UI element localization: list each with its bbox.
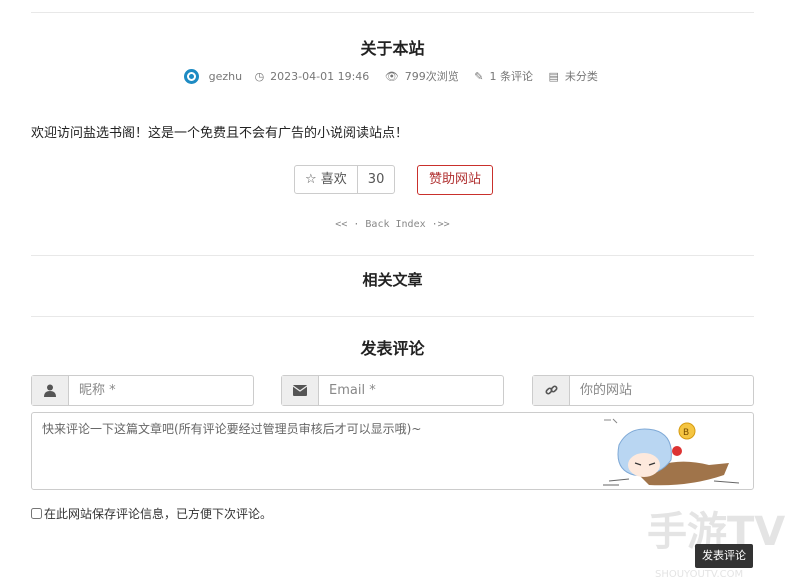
post-date-text: 2023-04-01 19:46 xyxy=(270,69,370,83)
donate-button[interactable]: 赞助网站 xyxy=(417,165,494,195)
edit-icon: ✎ xyxy=(474,69,484,83)
post-title: 关于本站 xyxy=(360,39,425,58)
post-category[interactable]: ▤ 未分类 xyxy=(545,68,600,84)
like-count: 30 xyxy=(367,172,385,187)
website-input[interactable] xyxy=(570,376,753,405)
author-avatar[interactable] xyxy=(184,68,200,84)
clock-icon: ◷ xyxy=(254,69,265,83)
user-icon xyxy=(32,376,69,405)
post-comments[interactable]: ✎ 1 条评论 xyxy=(471,68,536,84)
post-date: ◷ 2023-04-01 19:46 xyxy=(252,69,373,83)
envelope-icon xyxy=(282,376,319,405)
back-index-link[interactable]: << · Back Index ·>> xyxy=(31,219,754,230)
post-views: 👁 799次浏览 xyxy=(382,68,462,84)
svg-text:B: B xyxy=(683,428,689,438)
divider-comment xyxy=(31,316,754,317)
like-button[interactable]: ☆ 喜欢 30 xyxy=(294,165,396,194)
comment-textarea-wrapper: B xyxy=(31,412,754,490)
post-comments-text[interactable]: 1 条评论 xyxy=(489,68,533,84)
post-views-text: 799次浏览 xyxy=(404,70,459,83)
email-input[interactable] xyxy=(319,376,503,405)
remember-checkbox[interactable] xyxy=(31,508,42,519)
post-content: 欢迎访问盐选书阁！这是一个免费且不会有广告的小说阅读站点！ xyxy=(31,126,409,141)
remember-info-option[interactable]: 在此网站保存评论信息，已方便下次评论。 xyxy=(31,505,272,522)
link-icon xyxy=(533,376,570,405)
divider-related xyxy=(31,255,754,256)
watermark-url-text: SHOUYOUTV.COM xyxy=(655,569,743,579)
like-label[interactable]: ☆ 喜欢 xyxy=(295,166,358,193)
post-author[interactable]: gezhu xyxy=(209,70,242,83)
email-input-group xyxy=(281,375,504,406)
post-meta: gezhu ◷ 2023-04-01 19:46 👁 799次浏览 ✎ 1 条评论 ▤… xyxy=(31,68,754,84)
top-divider xyxy=(31,12,754,13)
submit-comment-button[interactable]: 发表评论 xyxy=(695,544,753,568)
book-icon: ▤ xyxy=(548,69,559,83)
post-category-text[interactable]: 未分类 xyxy=(565,68,598,84)
name-input[interactable] xyxy=(69,376,253,405)
related-title: 相关文章 xyxy=(362,271,423,289)
anime-girl-sticker-icon: B xyxy=(603,418,740,486)
name-input-group xyxy=(31,375,254,406)
comment-form-title: 发表评论 xyxy=(360,339,425,358)
website-input-group xyxy=(532,375,754,406)
eye-icon: 👁 xyxy=(384,69,399,83)
remember-label: 在此网站保存评论信息，已方便下次评论。 xyxy=(44,507,273,521)
